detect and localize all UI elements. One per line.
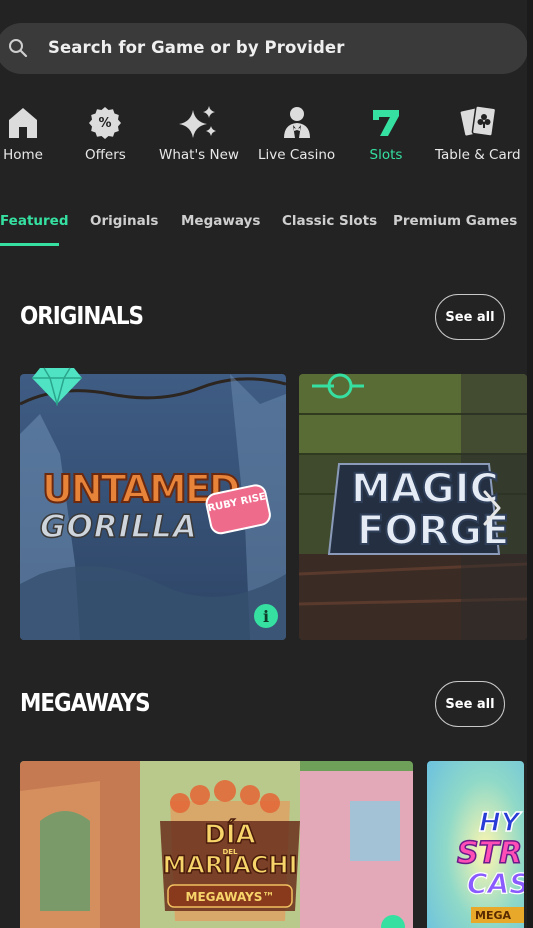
tab-classic-slots[interactable]: Classic Slots (282, 213, 377, 229)
svg-text:i: i (263, 607, 269, 626)
category-table-card[interactable]: Table & Card (435, 100, 521, 163)
game-title-line2: FORGE (357, 508, 509, 554)
game-subtitle: MEGA (475, 909, 511, 922)
game-title-line1: HY (479, 808, 523, 838)
svg-text:%: % (99, 116, 112, 131)
home-icon (3, 100, 43, 144)
game-title-line1: DÍA (204, 818, 255, 850)
diamond-icon (30, 364, 84, 410)
sub-tabs: Featured Originals Megaways Classic Slot… (0, 213, 533, 247)
search-icon (9, 39, 28, 58)
game-title-line2: GORILLA (40, 509, 198, 545)
game-subtitle: MEGAWAYS™ (186, 890, 275, 904)
tab-premium-games[interactable]: Premium Games (393, 213, 517, 229)
game-title-line2: STR (457, 836, 522, 871)
percent-badge-icon: % (85, 100, 125, 144)
key-icon (312, 372, 366, 404)
category-offers[interactable]: % Offers (85, 100, 126, 163)
game-tile-dia-del-mariachi[interactable]: DÍA DEL MARIACHI MEGAWAYS™ (20, 761, 413, 928)
see-all-megaways-button[interactable]: See all (435, 681, 505, 727)
tab-megaways[interactable]: Megaways (181, 213, 260, 229)
sparkles-icon (178, 100, 219, 144)
game-title-line2: MARIACHI (162, 851, 297, 879)
game-tile-magic-forge[interactable]: MAGIC FORGE (299, 374, 527, 640)
section-title-megaways: MEGAWAYS (20, 688, 151, 717)
playing-cards-icon (458, 100, 498, 144)
search-bar[interactable]: Search for Game or by Provider (0, 23, 528, 74)
dealer-icon (277, 100, 317, 144)
category-nav: Home % Offers What's New Live Casino Slo… (0, 100, 533, 170)
tab-originals[interactable]: Originals (90, 213, 158, 229)
search-input[interactable]: Search for Game or by Provider (48, 38, 344, 57)
game-tile-hyper-strike-cash[interactable]: HY STR CAS MEGA (427, 761, 524, 928)
tab-featured[interactable]: Featured (0, 213, 68, 229)
category-live-casino[interactable]: Live Casino (258, 100, 335, 163)
section-title-originals: ORIGINALS (20, 301, 144, 330)
category-home[interactable]: Home (3, 100, 43, 163)
game-title-line1: MAGIC (351, 466, 499, 512)
scrollbar-track[interactable] (527, 0, 533, 928)
category-whats-new[interactable]: What's New (159, 100, 239, 163)
info-icon[interactable]: i (254, 604, 278, 628)
category-slots[interactable]: Slots (366, 100, 406, 163)
seven-icon (366, 100, 406, 144)
game-tile-untamed-gorilla[interactable]: UNTAMED GORILLA RUBY RISE i (20, 374, 286, 640)
see-all-originals-button[interactable]: See all (435, 294, 505, 340)
active-tab-indicator (0, 243, 59, 246)
game-title-line3: CAS (467, 867, 524, 900)
